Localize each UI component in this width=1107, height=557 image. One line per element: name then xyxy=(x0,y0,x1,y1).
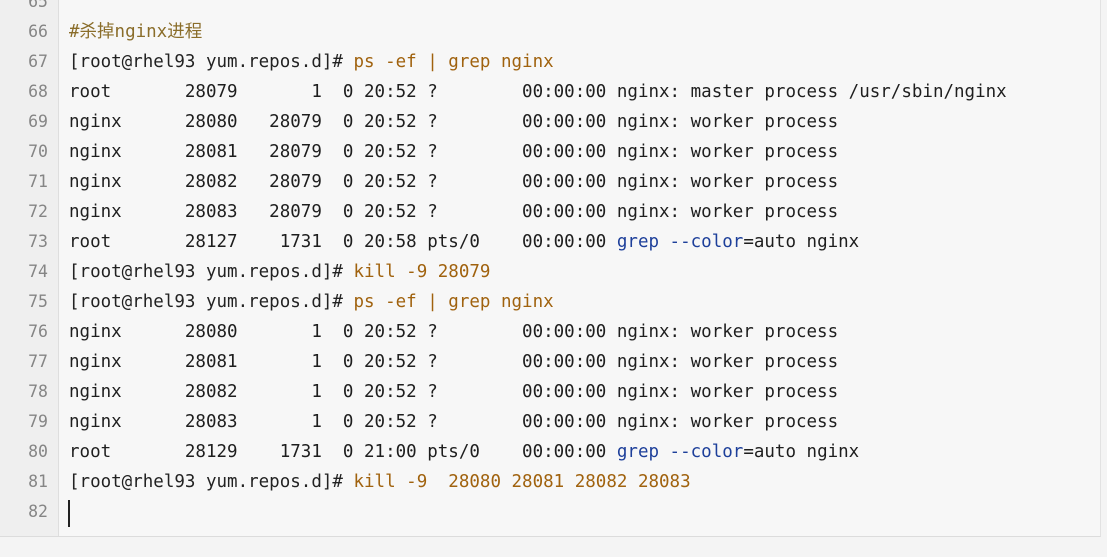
code-token: [root@rhel93 yum.repos.d]# xyxy=(69,472,354,492)
code-token: nginx 28082 1 0 20:52 ? 00:00:00 nginx: … xyxy=(69,382,839,402)
line-number: 69 xyxy=(28,112,48,131)
code-token: =auto nginx xyxy=(743,232,860,252)
code-token: root 28129 1731 0 21:00 pts/0 00:00:00 xyxy=(69,442,617,462)
line-number: 82 xyxy=(28,502,48,521)
code-token: root 28079 1 0 20:52 ? 00:00:00 nginx: m… xyxy=(69,82,1007,102)
code-line[interactable]: 66 #杀掉nginx进程 xyxy=(0,17,1100,47)
code-line[interactable]: 77 nginx 28081 1 0 20:52 ? 00:00:00 nginx… xyxy=(0,347,1100,377)
code-token: [root@rhel93 yum.repos.d]# xyxy=(69,262,354,282)
line-number: 65 xyxy=(28,0,48,11)
line-text: [root@rhel93 yum.repos.d]# ps -ef | grep… xyxy=(69,287,554,317)
code-token: [root@rhel93 yum.repos.d]# xyxy=(69,292,354,312)
code-token: nginx 28082 28079 0 20:52 ? 00:00:00 ngi… xyxy=(69,172,839,192)
code-token: nginx 28081 28079 0 20:52 ? 00:00:00 ngi… xyxy=(69,142,839,162)
code-token: nginx 28083 28079 0 20:52 ? 00:00:00 ngi… xyxy=(69,202,839,222)
code-token: nginx 28081 1 0 20:52 ? 00:00:00 nginx: … xyxy=(69,352,839,372)
code-token: nginx 28080 1 0 20:52 ? 00:00:00 nginx: … xyxy=(69,322,839,342)
line-text: nginx 28082 28079 0 20:52 ? 00:00:00 ngi… xyxy=(69,167,838,197)
line-number: 78 xyxy=(28,382,48,401)
code-token: grep --color xyxy=(616,232,744,252)
line-text: nginx 28081 28079 0 20:52 ? 00:00:00 ngi… xyxy=(69,137,838,167)
line-number: 72 xyxy=(28,202,48,221)
line-number: 79 xyxy=(28,412,48,431)
line-text: root 28127 1731 0 20:58 pts/0 00:00:00 g… xyxy=(69,227,859,257)
code-line[interactable]: 79 nginx 28083 1 0 20:52 ? 00:00:00 nginx… xyxy=(0,407,1100,437)
line-number: 71 xyxy=(28,172,48,191)
line-text: nginx 28081 1 0 20:52 ? 00:00:00 nginx: … xyxy=(69,347,838,377)
line-text: nginx 28082 1 0 20:52 ? 00:00:00 nginx: … xyxy=(69,377,838,407)
code-line[interactable]: 81 [root@rhel93 yum.repos.d]# kill -9 280… xyxy=(0,467,1100,497)
line-number: 76 xyxy=(28,322,48,341)
code-line[interactable]: 73 root 28127 1731 0 20:58 pts/0 00:00:00… xyxy=(0,227,1100,257)
line-text: root 28079 1 0 20:52 ? 00:00:00 nginx: m… xyxy=(69,77,1007,107)
line-text: nginx 28080 1 0 20:52 ? 00:00:00 nginx: … xyxy=(69,317,838,347)
line-number: 66 xyxy=(28,22,48,41)
code-token: ps -ef | grep nginx xyxy=(353,292,554,312)
code-line[interactable]: 80 root 28129 1731 0 21:00 pts/0 00:00:00… xyxy=(0,437,1100,467)
code-token: ps -ef | grep nginx xyxy=(353,52,554,72)
code-token: nginx 28083 1 0 20:52 ? 00:00:00 nginx: … xyxy=(69,412,839,432)
line-text: [root@rhel93 yum.repos.d]# ps -ef | grep… xyxy=(69,47,554,77)
line-text: nginx 28083 28079 0 20:52 ? 00:00:00 ngi… xyxy=(69,197,838,227)
code-token: kill -9 28079 xyxy=(353,262,491,282)
code-line[interactable]: 69 nginx 28080 28079 0 20:52 ? 00:00:00 n… xyxy=(0,107,1100,137)
code-editor[interactable]: 65 66 #杀掉nginx进程 67 [root@rhel93 yum.repos.d… xyxy=(0,0,1101,537)
line-text: [root@rhel93 yum.repos.d]# kill -9 28079 xyxy=(69,257,490,287)
line-number: 68 xyxy=(28,82,48,101)
code-token: kill -9 28080 28081 28082 28083 xyxy=(353,472,691,492)
line-text: nginx 28080 28079 0 20:52 ? 00:00:00 ngi… xyxy=(69,107,838,137)
code-line[interactable]: 74 [root@rhel93 yum.repos.d]# kill -9 280… xyxy=(0,257,1100,287)
line-number: 67 xyxy=(28,52,48,71)
code-line[interactable]: 72 nginx 28083 28079 0 20:52 ? 00:00:00 n… xyxy=(0,197,1100,227)
code-token: root 28127 1731 0 20:58 pts/0 00:00:00 xyxy=(69,232,617,252)
code-token: grep --color xyxy=(616,442,744,462)
line-text: root 28129 1731 0 21:00 pts/0 00:00:00 g… xyxy=(69,437,859,467)
line-text: #杀掉nginx进程 xyxy=(69,17,202,47)
code-token: #杀掉nginx进程 xyxy=(69,22,203,42)
line-text: [root@rhel93 yum.repos.d]# kill -9 28080… xyxy=(69,467,691,497)
line-number: 74 xyxy=(28,262,48,281)
code-line[interactable]: 65 xyxy=(0,0,1100,17)
line-number: 73 xyxy=(28,232,48,251)
line-number: 77 xyxy=(28,352,48,371)
code-line[interactable]: 75 [root@rhel93 yum.repos.d]# ps -ef | gr… xyxy=(0,287,1100,317)
line-number: 81 xyxy=(28,472,48,491)
line-number: 80 xyxy=(28,442,48,461)
code-line[interactable]: 82 xyxy=(0,497,1100,527)
code-line[interactable]: 78 nginx 28082 1 0 20:52 ? 00:00:00 nginx… xyxy=(0,377,1100,407)
code-line[interactable]: 76 nginx 28080 1 0 20:52 ? 00:00:00 nginx… xyxy=(0,317,1100,347)
text-cursor xyxy=(68,500,70,527)
code-token: =auto nginx xyxy=(743,442,860,462)
code-line[interactable]: 68 root 28079 1 0 20:52 ? 00:00:00 nginx:… xyxy=(0,77,1100,107)
code-token: nginx 28080 28079 0 20:52 ? 00:00:00 ngi… xyxy=(69,112,839,132)
line-number: 70 xyxy=(28,142,48,161)
code-line[interactable]: 67 [root@rhel93 yum.repos.d]# ps -ef | gr… xyxy=(0,47,1100,77)
line-number: 75 xyxy=(28,292,48,311)
code-token: [root@rhel93 yum.repos.d]# xyxy=(69,52,354,72)
code-line[interactable]: 71 nginx 28082 28079 0 20:52 ? 00:00:00 n… xyxy=(0,167,1100,197)
code-line[interactable]: 70 nginx 28081 28079 0 20:52 ? 00:00:00 n… xyxy=(0,137,1100,167)
line-text: nginx 28083 1 0 20:52 ? 00:00:00 nginx: … xyxy=(69,407,838,437)
